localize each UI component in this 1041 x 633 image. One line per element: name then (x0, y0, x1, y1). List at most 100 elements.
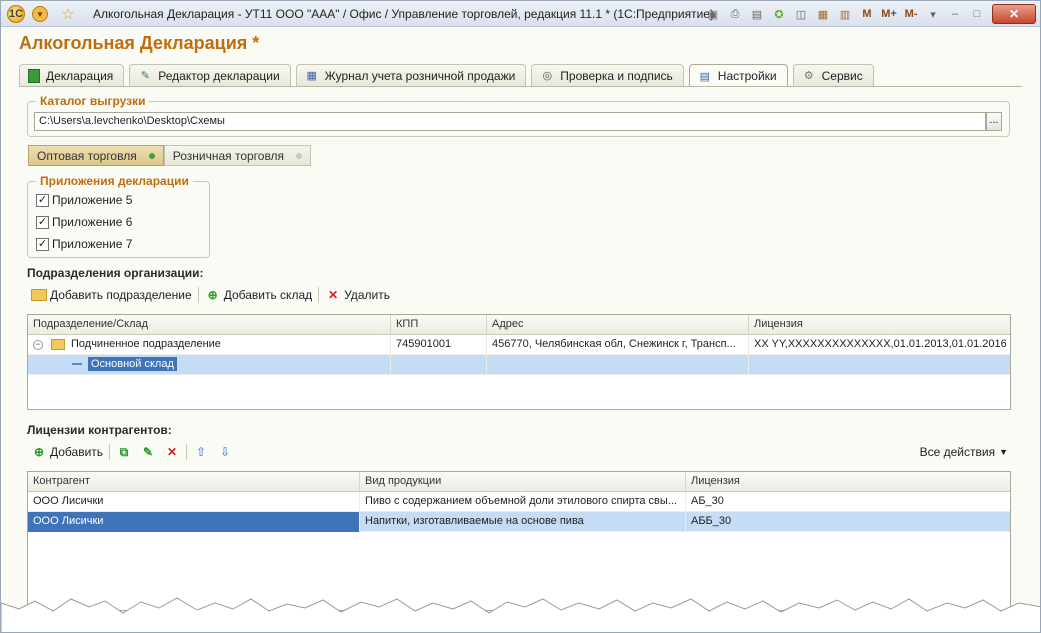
memory-m-plus-button[interactable]: M+ (878, 4, 900, 24)
delete-button[interactable]: ✕ Удалить (321, 287, 394, 303)
torn-edge-decoration (1, 597, 1040, 632)
maximize-icon[interactable]: □ (966, 4, 988, 24)
product-cell: Напитки, изготавливаемые на основе пива (360, 512, 686, 532)
appendix-7-checkbox[interactable]: ✓ Приложение 7 (36, 237, 132, 251)
export-catalog-label: Каталог выгрузки (36, 94, 150, 108)
add-circle-icon: ⊕ (207, 288, 218, 302)
division-name: Подчиненное подразделение (71, 338, 221, 350)
main-window: 1С ▼ ☆ Алкогольная Декларация - УТ11 ООО… (0, 0, 1041, 633)
column-header[interactable]: КПП (391, 315, 487, 335)
calculator-icon[interactable]: ▦ (812, 4, 834, 24)
unselected-dot-icon (296, 152, 303, 159)
licenses-toolbar: ⊕ Добавить ⧉ ✎ ✕ ⇧ ⇩ (27, 442, 237, 462)
table-header: Контрагент Вид продукции Лицензия (28, 472, 1010, 492)
save-icon[interactable]: ▣ (702, 4, 724, 24)
table-row[interactable]: ООО Лисички Напитки, изготавливаемые на … (28, 512, 1010, 532)
minimize-icon[interactable]: – (944, 4, 966, 24)
edit-button[interactable]: ✎ (136, 444, 160, 460)
selected-dot-icon (148, 152, 155, 159)
add-label: Добавить (50, 445, 104, 459)
move-down-button[interactable]: ⇩ (213, 444, 237, 460)
add-favorite-icon[interactable]: ✪ (768, 4, 790, 24)
add-folder-icon (31, 289, 47, 301)
edit-document-icon: ✎ (140, 70, 150, 82)
license-cell (749, 355, 1010, 375)
page-title: Алкогольная Декларация * (19, 33, 260, 53)
favorites-star-icon[interactable]: ☆ (59, 5, 77, 23)
tab-label: Журнал учета розничной продажи (324, 68, 516, 83)
address-cell (487, 355, 749, 375)
tab-settings[interactable]: ▤ Настройки (688, 64, 788, 87)
add-warehouse-label: Добавить склад (223, 288, 313, 302)
wholesale-label: Оптовая торговля (37, 148, 137, 163)
print-icon[interactable]: ⎙ (724, 4, 746, 24)
check-icon: ◎ (542, 70, 553, 82)
tab-declaration-editor[interactable]: ✎ Редактор декларации (129, 64, 291, 86)
chevron-down-icon: ▼ (999, 447, 1008, 457)
more-chevron-icon[interactable]: ▾ (922, 4, 944, 24)
appendix-6-checkbox[interactable]: ✓ Приложение 6 (36, 215, 132, 229)
calendar-icon[interactable]: ▥ (834, 4, 856, 24)
copy-button[interactable]: ⧉ (112, 444, 136, 460)
column-header[interactable]: Лицензия (686, 472, 1010, 492)
copy-icon: ⧉ (119, 444, 129, 459)
counterparty-cell[interactable]: ООО Лисички (28, 512, 360, 532)
memory-m-minus-button[interactable]: M- (900, 4, 922, 24)
table-row[interactable]: − Подчиненное подразделение 745901001 456… (28, 335, 1010, 355)
app-logo-icon[interactable]: 1С (7, 5, 25, 23)
retail-label: Розничная торговля (172, 148, 285, 163)
folder-icon (51, 338, 65, 350)
divisions-table: Подразделение/Склад КПП Адрес Лицензия −… (27, 314, 1011, 410)
retail-option[interactable]: Розничная торговля (163, 145, 312, 166)
tab-bar: Декларация ✎ Редактор декларации ▦ Журна… (19, 64, 874, 87)
add-warehouse-button[interactable]: ⊕ Добавить склад (201, 287, 316, 303)
column-header[interactable]: Лицензия (749, 315, 1010, 335)
tab-retail-journal[interactable]: ▦ Журнал учета розничной продажи (295, 64, 527, 86)
all-actions-menu[interactable]: Все действия ▼ (920, 445, 1008, 459)
table-row[interactable]: ООО Лисички Пиво с содержанием объемной … (28, 492, 1010, 512)
browse-button[interactable]: ... (986, 112, 1002, 131)
memory-m-button[interactable]: M (856, 4, 878, 24)
tab-label: Декларация (46, 68, 114, 83)
table-row[interactable]: Основной склад (28, 355, 1010, 375)
menu-dropdown-icon[interactable]: ▼ (31, 5, 49, 23)
kpp-cell (391, 355, 487, 375)
tab-service[interactable]: ⚙ Сервис (792, 64, 874, 86)
title-toolbar: ▣ ⎙ ▤ ✪ ◫ ▦ ▥ M M+ M- ▾ – □ ✕ (702, 1, 1040, 27)
journal-icon: ▦ (306, 70, 317, 82)
tab-check-and-sign[interactable]: ◎ Проверка и подпись (531, 64, 684, 86)
move-up-button[interactable]: ⇧ (189, 444, 213, 460)
collapse-toggle-icon[interactable]: − (33, 339, 43, 350)
delete-label: Удалить (344, 288, 390, 302)
export-path-input[interactable]: C:\Users\a.levchenko\Desktop\Схемы (34, 112, 986, 131)
title-bar: 1С ▼ ☆ Алкогольная Декларация - УТ11 ООО… (1, 1, 1040, 27)
history-icon[interactable]: ◫ (790, 4, 812, 24)
appendices-label: Приложения декларации (36, 174, 193, 188)
warehouse-name-cell: Основной склад (28, 355, 391, 375)
add-division-button[interactable]: Добавить подразделение (27, 288, 196, 302)
kpp-cell: 745901001 (391, 335, 487, 355)
column-header[interactable]: Контрагент (28, 472, 360, 492)
license-cell: АБ_30 (691, 495, 724, 507)
preview-icon[interactable]: ▤ (746, 4, 768, 24)
close-window-button[interactable]: ✕ (992, 4, 1036, 24)
appendices-group: Приложения декларации ✓ Приложение 5 ✓ П… (27, 174, 210, 258)
appendix-5-checkbox[interactable]: ✓ Приложение 5 (36, 193, 132, 207)
wholesale-option[interactable]: Оптовая торговля (28, 145, 164, 166)
tab-declaration[interactable]: Декларация (19, 64, 125, 86)
column-header[interactable]: Подразделение/Склад (28, 315, 391, 335)
delete-x-icon: ✕ (328, 288, 339, 302)
delete-license-button[interactable]: ✕ (160, 444, 184, 460)
appendix-label: Приложение 5 (52, 193, 133, 207)
column-header[interactable]: Вид продукции (360, 472, 686, 492)
checkbox-checked-icon[interactable]: ✓ (36, 215, 49, 229)
tab-label: Настройки (717, 69, 777, 83)
toolbar-separator (109, 444, 111, 460)
toolbar-separator (197, 287, 199, 303)
checkbox-checked-icon[interactable]: ✓ (36, 193, 49, 207)
checkbox-checked-icon[interactable]: ✓ (36, 237, 49, 251)
add-license-button[interactable]: ⊕ Добавить (27, 444, 107, 460)
column-header[interactable]: Адрес (487, 315, 749, 335)
delete-x-icon: ✕ (167, 445, 178, 459)
trade-type-switch: Оптовая торговля Розничная торговля (28, 145, 312, 166)
